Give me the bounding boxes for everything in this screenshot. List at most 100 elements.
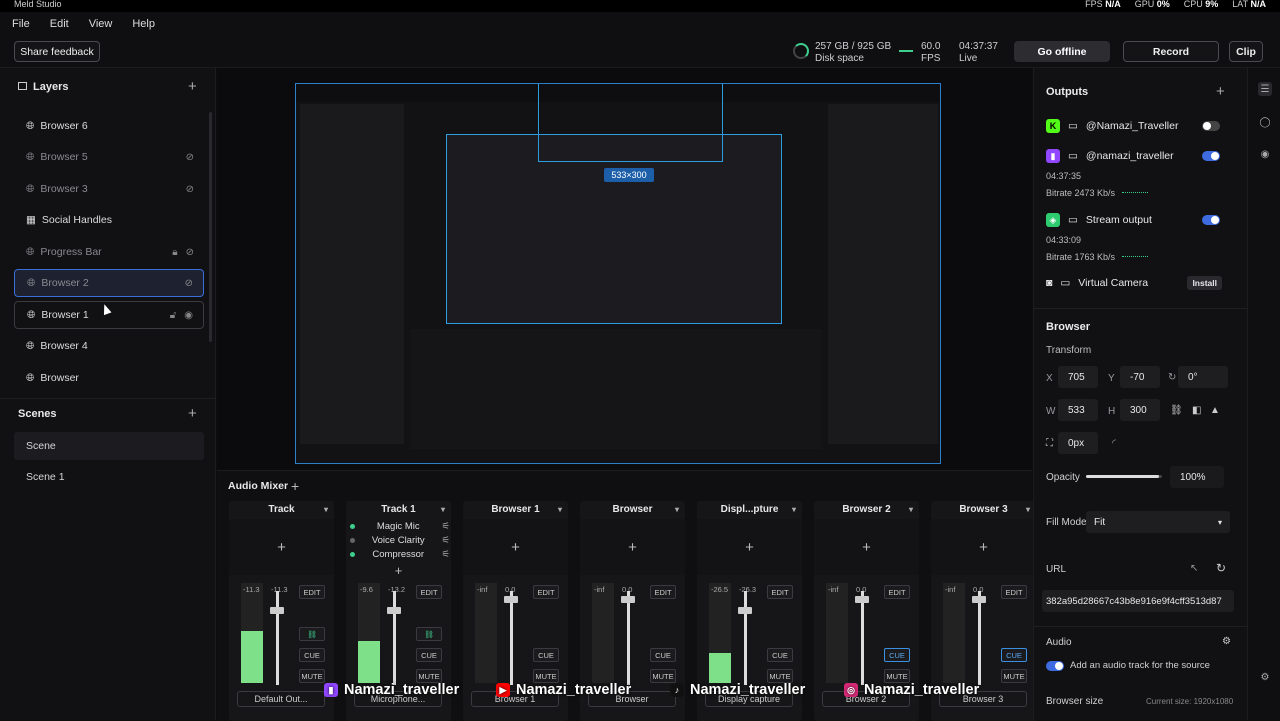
link-icon[interactable]: ⛓︎ xyxy=(299,627,325,641)
properties-sliders-icon[interactable]: ☰ xyxy=(1258,82,1272,96)
layer-item[interactable]: 🌐︎ Browser 3 ⊘ xyxy=(14,175,204,203)
chevron-down-icon[interactable]: ▾ xyxy=(558,505,562,514)
chat-icon[interactable]: ◯ xyxy=(1258,115,1272,129)
flip-vertical-icon[interactable]: ▲ xyxy=(1210,405,1220,416)
strip-title[interactable]: Track ▾ xyxy=(229,501,334,517)
unlock-icon[interactable]: 🔓︎ xyxy=(170,310,176,321)
stream-preview[interactable] xyxy=(295,83,941,464)
h-input[interactable]: 300 xyxy=(1120,399,1160,421)
rotation-input[interactable]: 0° xyxy=(1178,366,1228,388)
strip-source-select[interactable]: Default Out... xyxy=(237,691,325,707)
volume-fader[interactable] xyxy=(627,591,630,685)
pick-url-icon[interactable]: ↖ xyxy=(1190,563,1198,574)
layer-item[interactable]: 🌐︎ Browser 6 xyxy=(14,112,204,140)
mute-button[interactable]: MUTE xyxy=(299,669,325,683)
chevron-down-icon[interactable]: ▾ xyxy=(909,505,913,514)
volume-fader[interactable] xyxy=(744,591,747,685)
add-output-icon[interactable]: + xyxy=(1216,84,1225,99)
edit-button[interactable]: EDIT xyxy=(416,585,442,599)
volume-fader[interactable] xyxy=(978,591,981,685)
volume-fader[interactable] xyxy=(861,591,864,685)
menu-file[interactable]: File xyxy=(12,18,30,30)
cue-button[interactable]: CUE xyxy=(767,648,793,662)
add-effect-icon[interactable]: + xyxy=(814,519,919,575)
fader-handle[interactable] xyxy=(972,595,986,603)
scene-item[interactable]: Scene xyxy=(14,432,204,460)
output-toggle[interactable] xyxy=(1202,121,1220,131)
hidden-eye-icon[interactable]: ⊘ xyxy=(186,184,194,195)
output-toggle[interactable] xyxy=(1202,215,1220,225)
chevron-down-icon[interactable]: ▾ xyxy=(441,505,445,514)
strip-title[interactable]: Browser 1 ▾ xyxy=(463,501,568,517)
menu-edit[interactable]: Edit xyxy=(50,18,69,30)
add-effect-icon[interactable]: + xyxy=(580,519,685,575)
cue-button[interactable]: CUE xyxy=(1001,648,1027,662)
edit-button[interactable]: EDIT xyxy=(884,585,910,599)
layer-item[interactable]: 🌐︎ Browser 4 xyxy=(14,332,204,360)
volume-fader[interactable] xyxy=(276,591,279,685)
edit-button[interactable]: EDIT xyxy=(767,585,793,599)
strip-title[interactable]: Displ...pture ▾ xyxy=(697,501,802,517)
scene-item[interactable]: Scene 1 xyxy=(14,463,204,491)
mute-button[interactable]: MUTE xyxy=(1001,669,1027,683)
flip-horizontal-icon[interactable]: ◧ xyxy=(1192,405,1201,416)
edit-button[interactable]: EDIT xyxy=(299,585,325,599)
add-effect-icon[interactable]: + xyxy=(697,519,802,575)
effect-settings-icon[interactable]: ⚟ xyxy=(441,549,450,560)
cue-button[interactable]: CUE xyxy=(884,648,910,662)
mute-button[interactable]: MUTE xyxy=(884,669,910,683)
layer-item-selected[interactable]: 🌐︎ Browser 2 ⊘ xyxy=(14,269,204,297)
hidden-eye-icon[interactable]: ⊘ xyxy=(186,247,194,258)
edit-button[interactable]: EDIT xyxy=(650,585,676,599)
link-icon[interactable]: ⛓︎ xyxy=(1170,405,1183,416)
clip-button[interactable]: Clip xyxy=(1229,41,1263,62)
mute-button[interactable]: MUTE xyxy=(767,669,793,683)
hidden-eye-icon[interactable]: ⊘ xyxy=(185,278,193,289)
record-button[interactable]: Record xyxy=(1123,41,1219,62)
output-stream[interactable]: ◈ ▭ Stream output xyxy=(1046,211,1236,229)
output-twitch[interactable]: ▮ ▭ @namazi_traveller xyxy=(1046,147,1236,165)
menu-view[interactable]: View xyxy=(89,18,113,30)
go-offline-button[interactable]: Go offline xyxy=(1014,41,1110,62)
link-icon[interactable]: ⛓︎ xyxy=(416,627,442,641)
fader-handle[interactable] xyxy=(621,595,635,603)
add-layer-icon[interactable]: + xyxy=(188,79,197,94)
layer-item[interactable]: ▦ Social Handles xyxy=(14,206,204,234)
broadcast-icon[interactable]: ◉ xyxy=(1258,147,1272,161)
fader-handle[interactable] xyxy=(387,607,401,615)
output-kick[interactable]: K ▭ @Namazi_Traveller xyxy=(1046,117,1236,135)
fill-mode-select[interactable]: Fit ▾ xyxy=(1086,511,1230,533)
strip-title[interactable]: Browser ▾ xyxy=(580,501,685,517)
chevron-down-icon[interactable]: ▾ xyxy=(792,505,796,514)
menu-help[interactable]: Help xyxy=(132,18,155,30)
effect-settings-icon[interactable]: ⚟ xyxy=(441,535,450,546)
layers-scrollbar[interactable] xyxy=(209,112,212,342)
add-effect-icon[interactable]: + xyxy=(346,563,451,578)
chevron-down-icon[interactable]: ▾ xyxy=(1026,505,1030,514)
install-button[interactable]: Install xyxy=(1187,276,1222,290)
cue-button[interactable]: CUE xyxy=(650,648,676,662)
fader-handle[interactable] xyxy=(738,607,752,615)
settings-gear-icon[interactable]: ⚙︎ xyxy=(1258,670,1272,684)
add-scene-icon[interactable]: + xyxy=(188,406,197,421)
layer-item[interactable]: 🌐︎ Browser 5 ⊘ xyxy=(14,143,204,171)
output-virtual-camera[interactable]: ◙ ▭ Virtual Camera Install xyxy=(1046,274,1236,292)
layer-item[interactable]: 🌐︎ Progress Bar 🔒︎ ⊘ xyxy=(14,238,204,266)
refresh-icon[interactable]: ↻ xyxy=(1216,561,1226,575)
cue-button[interactable]: CUE xyxy=(416,648,442,662)
fader-handle[interactable] xyxy=(270,607,284,615)
y-input[interactable]: -70 xyxy=(1120,366,1160,388)
layer-item[interactable]: 🌐︎ Browser xyxy=(14,364,204,392)
lock-icon[interactable]: 🔒︎ xyxy=(172,247,177,258)
mute-button[interactable]: MUTE xyxy=(416,669,442,683)
mute-button[interactable]: MUTE xyxy=(650,669,676,683)
chevron-down-icon[interactable]: ▾ xyxy=(675,505,679,514)
strip-title[interactable]: Track 1 ▾ xyxy=(346,501,451,517)
strip-title[interactable]: Browser 2 ▾ xyxy=(814,501,919,517)
audio-track-toggle[interactable] xyxy=(1046,661,1064,671)
chevron-down-icon[interactable]: ▾ xyxy=(324,505,328,514)
effect-item[interactable]: Magic Mic ⚟ xyxy=(350,519,450,533)
volume-fader[interactable] xyxy=(510,591,513,685)
add-effect-icon[interactable]: + xyxy=(931,519,1036,575)
add-track-icon[interactable]: + xyxy=(291,478,299,494)
